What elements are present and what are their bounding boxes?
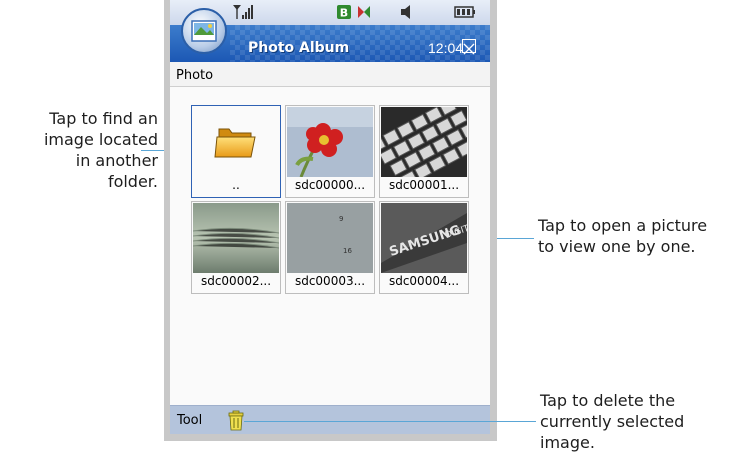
callout-line: in another <box>75 151 158 170</box>
callout-line: image located <box>43 130 158 149</box>
close-button[interactable] <box>462 39 476 55</box>
thumbnail-caption: sdc00001... <box>388 178 460 192</box>
speaker-icon <box>401 5 410 19</box>
svg-text:9: 9 <box>339 215 343 223</box>
clock-photo: 9 16 <box>287 203 373 273</box>
image-thumbnail[interactable]: SAMSUNG DIGIT sdc00004... <box>379 201 469 294</box>
svg-text:16: 16 <box>343 247 352 255</box>
delete-callout: Tap to delete the currently selected ima… <box>540 390 684 453</box>
sms-icon <box>358 6 370 18</box>
bottom-toolbar: Tool <box>170 405 490 434</box>
folder-thumbnail <box>193 107 279 177</box>
samsung-photo: SAMSUNG DIGIT <box>381 203 467 273</box>
delete-leader-line <box>244 421 536 422</box>
picture-callout: Tap to open a picture to view one by one… <box>538 215 707 257</box>
texture-photo <box>193 203 279 273</box>
phone-frame: B Photo Album 12:04 Photo .. sdc00000...… <box>164 0 497 441</box>
thumbnail-caption: sdc00002... <box>200 274 272 288</box>
clock: 12:04 <box>428 40 464 56</box>
callout-line: Tap to find an <box>49 109 158 128</box>
trash-icon[interactable] <box>226 410 246 431</box>
image-thumbnail[interactable]: sdc00001... <box>379 105 469 198</box>
image-thumbnail[interactable]: 9 16 sdc00003... <box>285 201 375 294</box>
folder-icon <box>214 128 256 158</box>
callout-line: to view one by one. <box>538 237 696 256</box>
b-icon: B <box>337 5 351 20</box>
photo-album-app-icon <box>181 8 227 54</box>
svg-text:B: B <box>340 7 348 20</box>
image-thumbnail[interactable]: sdc00002... <box>191 201 281 294</box>
close-icon <box>463 43 475 55</box>
callout-line: folder. <box>107 172 158 191</box>
tool-menu-button[interactable]: Tool <box>177 413 202 428</box>
battery-icon <box>454 6 475 18</box>
callout-line: currently selected <box>540 412 685 431</box>
callout-line: Tap to open a picture <box>538 216 708 235</box>
breadcrumb-folder: Photo <box>176 68 214 83</box>
parent-folder-item[interactable]: .. <box>191 105 281 198</box>
thumbnail-caption: sdc00003... <box>294 274 366 288</box>
thumbnail-caption: sdc00004... <box>388 274 460 288</box>
folder-callout: Tap to find an image located in another … <box>0 108 158 192</box>
flower-photo <box>287 107 373 177</box>
thumbnail-caption: sdc00000... <box>294 178 366 192</box>
photo-icon <box>191 20 217 42</box>
thumbnail-caption: .. <box>232 178 240 192</box>
callout-line: Tap to delete the <box>540 391 676 410</box>
app-title: Photo Album <box>248 40 350 56</box>
signal-icon <box>233 5 253 19</box>
breadcrumb: Photo <box>170 62 490 87</box>
image-thumbnail[interactable]: sdc00000... <box>285 105 375 198</box>
callout-line: image. <box>540 433 595 452</box>
keyboard-photo <box>381 107 467 177</box>
phone-screen: B Photo Album 12:04 Photo .. sdc00000...… <box>170 0 490 434</box>
